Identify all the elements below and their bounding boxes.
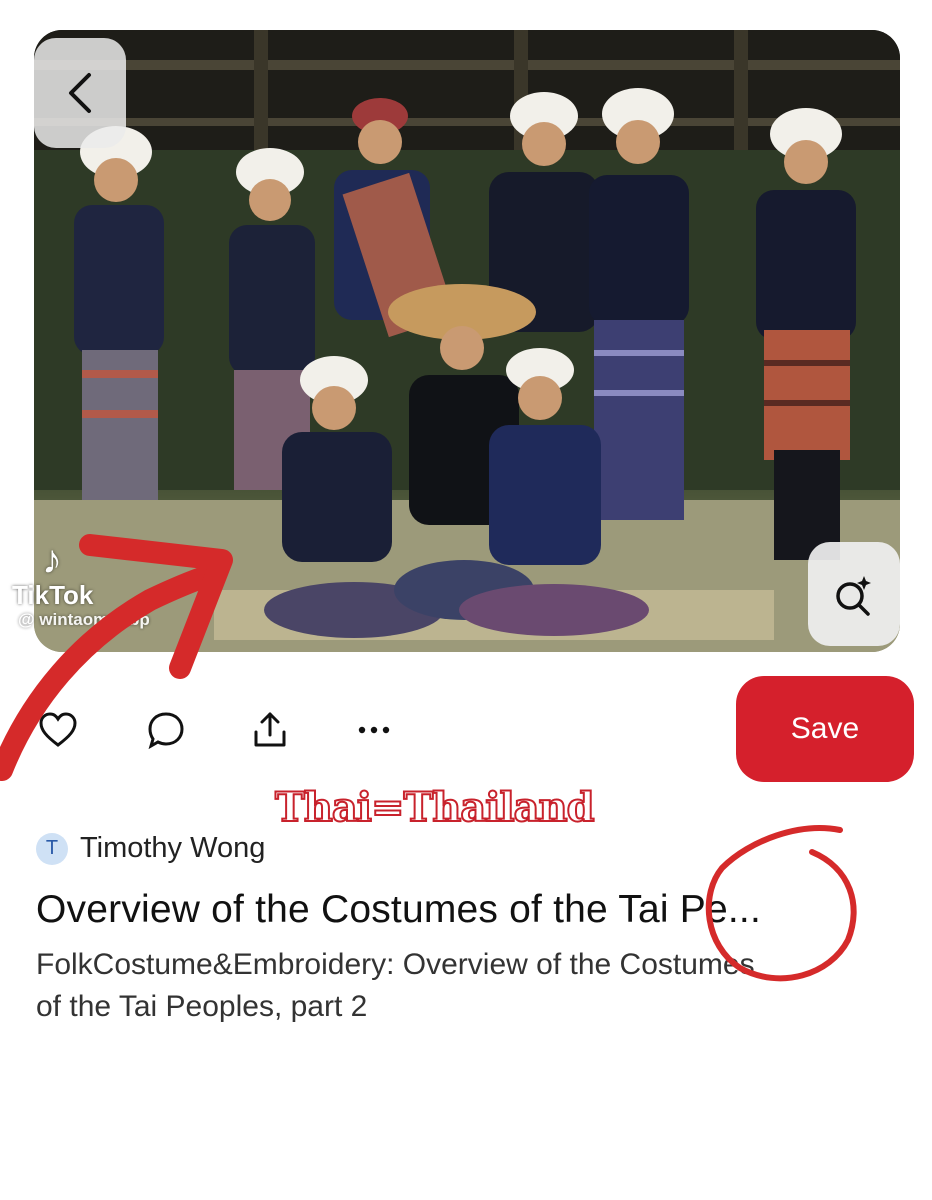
tiktok-note-icon: ♪ bbox=[42, 538, 62, 582]
share-icon bbox=[254, 712, 286, 747]
comment-button[interactable] bbox=[144, 708, 188, 752]
more-button[interactable] bbox=[352, 708, 396, 752]
overlay-caption: Thai=Thailand bbox=[274, 783, 596, 832]
author-name[interactable]: Timothy Wong bbox=[80, 832, 265, 865]
avatar[interactable]: T bbox=[36, 832, 68, 865]
action-bar bbox=[36, 708, 396, 752]
tiktok-brand: TikTok bbox=[12, 580, 94, 610]
back-button[interactable] bbox=[34, 38, 126, 148]
pin-title: Overview of the Costumes of the Tai Pe..… bbox=[36, 888, 761, 931]
chevron-left-icon bbox=[69, 73, 91, 113]
heart-icon bbox=[39, 712, 77, 747]
lens-search-icon bbox=[836, 576, 871, 616]
comment-icon bbox=[148, 712, 184, 750]
more-icon bbox=[358, 726, 390, 734]
pin-image[interactable] bbox=[34, 30, 900, 652]
tiktok-watermark: ♪ TikTok @ wintaomunbp bbox=[12, 540, 150, 630]
tiktok-handle: @ wintaomunbp bbox=[18, 610, 150, 629]
pin-description: FolkCostume&Embroidery: Overview of the … bbox=[36, 948, 755, 1023]
share-button[interactable] bbox=[248, 708, 292, 752]
visual-search-button[interactable] bbox=[808, 542, 900, 646]
author-row[interactable]: T Timothy Wong bbox=[36, 832, 265, 865]
photo-illustration bbox=[34, 30, 900, 652]
like-button[interactable] bbox=[36, 708, 80, 752]
save-button[interactable]: Save bbox=[736, 676, 914, 782]
